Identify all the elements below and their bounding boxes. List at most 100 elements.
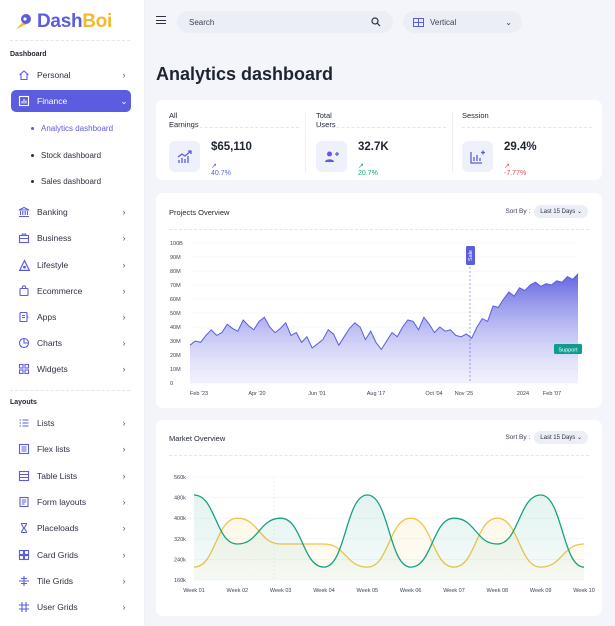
page-title: Analytics dashboard — [156, 64, 334, 84]
users-icon — [316, 141, 347, 172]
x-tick-label: Apr '20 — [248, 391, 265, 397]
chevron-down-icon: ⌄ — [120, 95, 128, 106]
y-tick-label: 240k — [174, 557, 186, 563]
chevron-right-icon: › — [122, 286, 126, 296]
sidebar-item-lifestyle[interactable]: Lifestyle › — [11, 254, 131, 276]
pie-icon — [13, 332, 35, 354]
card-grid-icon — [13, 544, 35, 566]
arrow-up-right-icon: ↗ — [211, 163, 217, 170]
y-tick-label: 20M — [170, 353, 181, 359]
sidebar-item-widgets[interactable]: Widgets › — [11, 358, 131, 380]
sidebar-item-user-grids[interactable]: User Grids › — [11, 596, 131, 618]
y-tick-label: 10M — [170, 367, 181, 373]
x-tick-label: Nov '25 — [455, 391, 473, 397]
y-tick-label: 560k — [174, 475, 186, 481]
sidebar-item-ecommerce[interactable]: Ecommerce › — [11, 280, 131, 302]
tile-grid-icon — [13, 570, 35, 592]
sidebar-item-label: Personal — [37, 70, 71, 80]
x-tick-label: Week 10 — [573, 588, 595, 594]
market-overview-card: Market Overview Sort By : Last 15 Days ⌄… — [156, 420, 602, 616]
logo-text: DashBoi — [37, 11, 112, 32]
sidebar-item-banking[interactable]: Banking › — [11, 201, 131, 223]
table-icon — [13, 465, 35, 487]
chevron-right-icon: › — [122, 260, 126, 270]
submenu-item-sales[interactable]: Sales dashboard — [31, 177, 101, 186]
x-tick-label: 2024 — [517, 391, 529, 397]
x-tick-label: Week 01 — [183, 588, 205, 594]
sidebar-item-apps[interactable]: Apps › — [11, 306, 131, 328]
hourglass-icon — [13, 517, 35, 539]
chevron-right-icon: › — [122, 602, 126, 612]
puzzle-icon — [13, 254, 35, 276]
bullet-icon — [31, 180, 34, 183]
logo-icon — [16, 14, 31, 29]
x-tick-label: Feb '07 — [543, 391, 561, 397]
x-tick-label: Week 08 — [487, 588, 509, 594]
sidebar-item-placeloads[interactable]: Placeloads › — [11, 517, 131, 539]
topbar: Search Vertical ⌄ — [145, 0, 615, 44]
sidebar-item-business[interactable]: Business › — [11, 227, 131, 249]
sidebar-item-table-lists[interactable]: Table Lists › — [11, 465, 131, 487]
market-chart: 560k 480k 400k 320k 240k 160k Week 01 Week 02 W… — [174, 475, 595, 594]
sidebar-item-form-layouts[interactable]: Form layouts › — [11, 491, 131, 513]
sidebar-item-finance[interactable]: Finance ⌄ — [11, 90, 131, 112]
sidebar-item-label: Finance — [37, 96, 68, 106]
apps-icon — [13, 306, 35, 328]
support-annotation: Support — [554, 344, 582, 354]
sidebar-item-charts[interactable]: Charts › — [11, 332, 131, 354]
x-tick-label: Oct '04 — [425, 391, 442, 397]
y-tick-label: 50M — [170, 311, 181, 317]
form-icon — [13, 491, 35, 513]
section-title-layouts: Layouts — [10, 399, 37, 406]
sidebar-item-card-grids[interactable]: Card Grids › — [11, 544, 131, 566]
x-tick-label: Jun '01 — [308, 391, 326, 397]
chevron-right-icon: › — [122, 70, 126, 80]
chevron-right-icon: › — [122, 312, 126, 322]
x-tick-label: Week 05 — [357, 588, 379, 594]
y-tick-label: 0 — [170, 381, 173, 387]
sidebar: DashBoi Dashboard Personal › Finance ⌄ A… — [0, 0, 145, 626]
chart-plus-icon — [462, 141, 493, 172]
x-tick-label: Feb '23 — [190, 391, 208, 397]
y-tick-label: 480k — [174, 496, 186, 502]
projects-chart: 100B 90M 80M 70M 60M 50M 40M 30M 20M 10M 0 Feb '23… — [170, 241, 582, 397]
x-tick-label: Week 03 — [270, 588, 292, 594]
arrow-up-right-icon: ↗ — [358, 163, 364, 170]
logo-divider — [10, 40, 130, 41]
logo[interactable]: DashBoi — [13, 10, 112, 34]
y-tick-label: 400k — [174, 516, 186, 522]
x-tick-label: Week 09 — [530, 588, 552, 594]
search-icon[interactable] — [371, 17, 381, 27]
x-tick-label: Week 06 — [400, 588, 422, 594]
arrow-down-right-icon: ↗ — [504, 163, 510, 170]
layout-select[interactable]: Vertical ⌄ — [403, 11, 522, 33]
sidebar-item-lists[interactable]: Lists › — [11, 412, 131, 434]
search-input[interactable]: Search — [177, 11, 393, 33]
y-tick-label: 320k — [174, 537, 186, 543]
growth-chart-icon — [169, 141, 200, 172]
sidebar-item-flex-lists[interactable]: Flex lists › — [11, 438, 131, 460]
y-tick-label: 90M — [170, 255, 181, 261]
menu-toggle-icon[interactable] — [156, 16, 166, 24]
sidebar-item-personal[interactable]: Personal › — [11, 64, 131, 86]
submenu-item-stock[interactable]: Stock dashboard — [31, 151, 101, 160]
chevron-right-icon: › — [122, 418, 126, 428]
chevron-right-icon: › — [122, 523, 126, 533]
chevron-right-icon: › — [122, 471, 126, 481]
y-tick-label: 70M — [170, 283, 181, 289]
submenu-item-analytics[interactable]: Analytics dashboard — [31, 124, 113, 133]
list-icon — [13, 412, 35, 434]
y-tick-label: 80M — [170, 269, 181, 275]
home-icon — [13, 64, 35, 86]
bullet-icon — [31, 154, 34, 157]
chevron-right-icon: › — [122, 338, 126, 348]
y-tick-label: 160k — [174, 578, 186, 584]
y-tick-label: 100B — [170, 241, 183, 247]
widgets-icon — [13, 358, 35, 380]
bank-icon — [13, 201, 35, 223]
briefcase-icon — [13, 227, 35, 249]
x-tick-label: Week 07 — [443, 588, 465, 594]
y-tick-label: 60M — [170, 297, 181, 303]
bullet-icon — [31, 127, 34, 130]
sidebar-item-tile-grids[interactable]: Tile Grids › — [11, 570, 131, 592]
